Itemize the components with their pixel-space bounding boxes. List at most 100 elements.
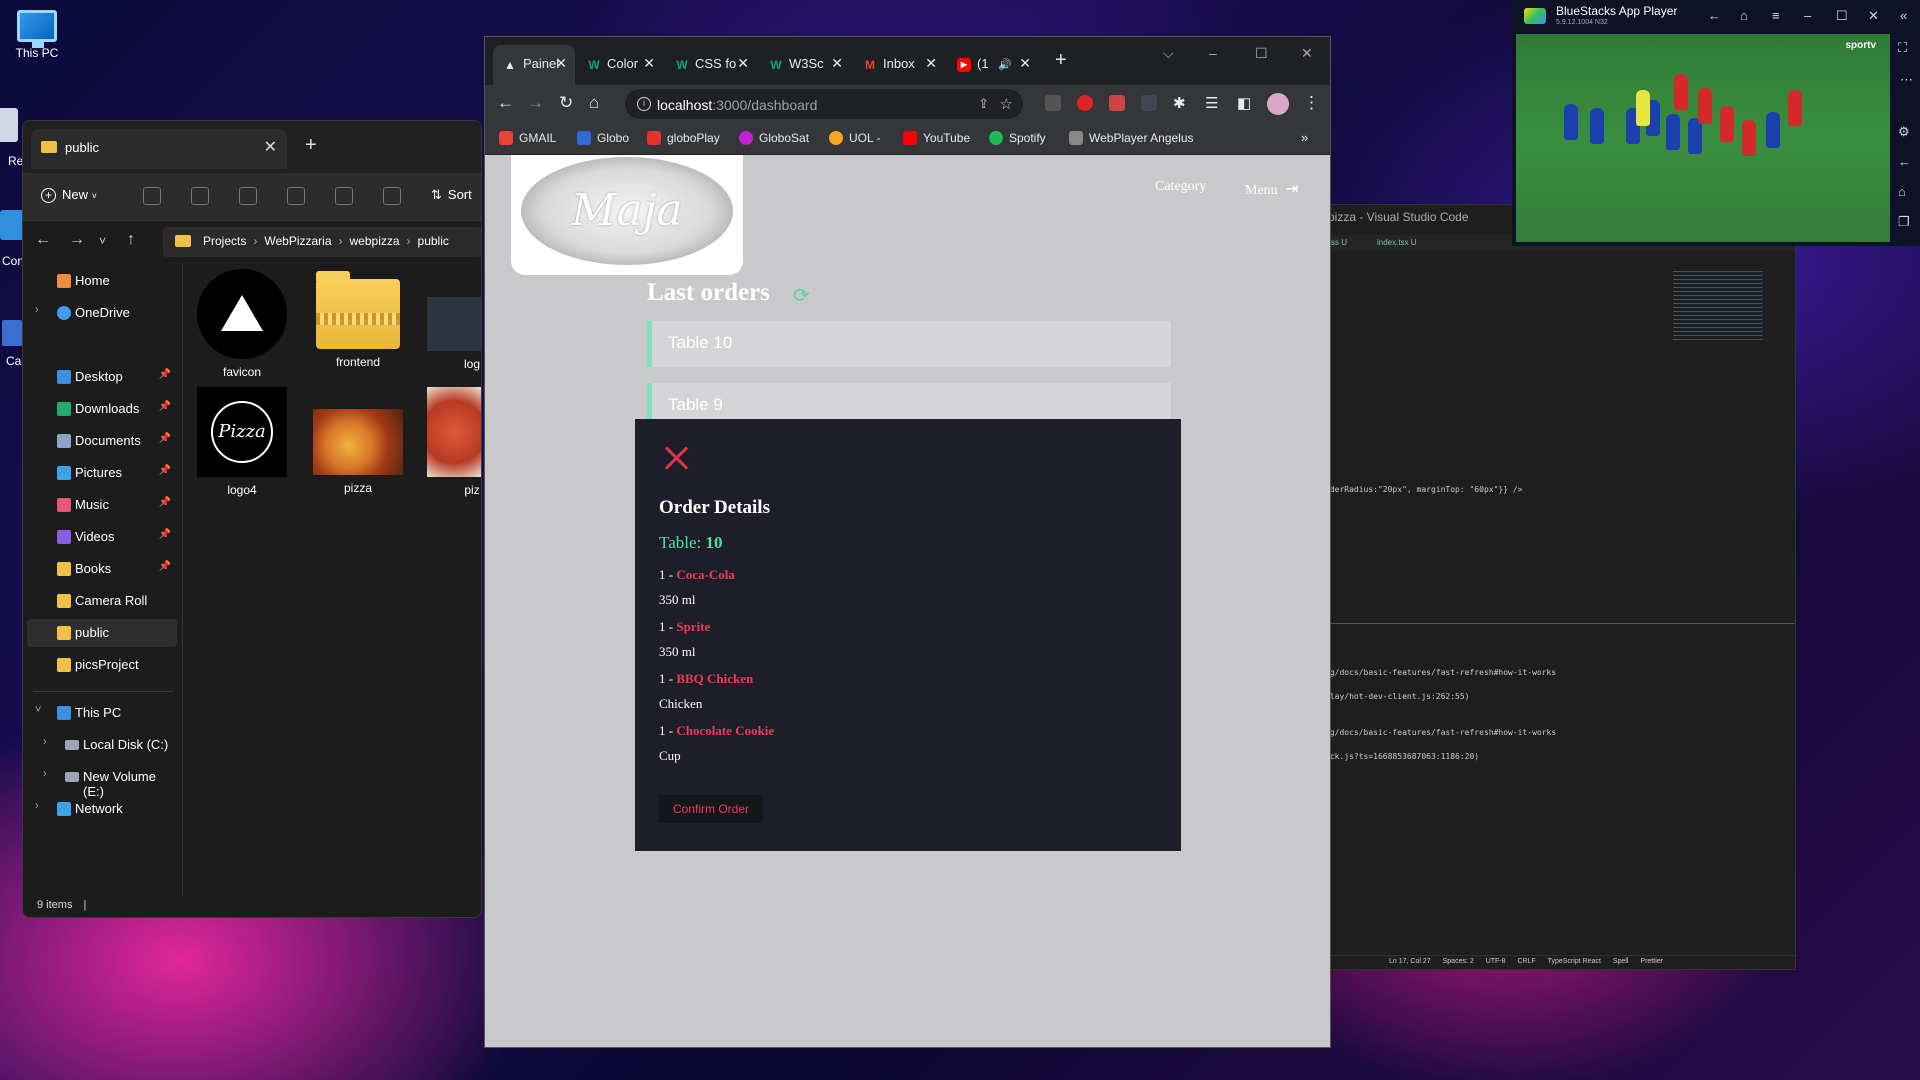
menu-icon[interactable]: ≡ xyxy=(1772,8,1780,23)
status-item[interactable]: Ln 17, Col 27 xyxy=(1389,958,1431,965)
sidebar-item-network[interactable]: › Network xyxy=(27,795,177,823)
sidebar-item-local-disk[interactable]: › Local Disk (C:) xyxy=(27,731,177,759)
order-row[interactable]: Table 10 xyxy=(647,321,1171,367)
sidebar-item-this-pc[interactable]: ˅ This PC xyxy=(27,699,177,727)
file-item-favicon[interactable]: favicon xyxy=(187,269,297,379)
close-icon[interactable]: ✕ xyxy=(737,55,749,72)
back-arrow-icon[interactable]: ← xyxy=(35,231,51,249)
file-item-log[interactable]: log xyxy=(417,269,481,371)
video-player[interactable]: sportv xyxy=(1516,34,1890,242)
home-icon[interactable]: ⌂ xyxy=(1740,8,1748,23)
bookmark-gmail[interactable]: GMAIL xyxy=(499,131,556,145)
vscode-window[interactable]: css U index.tsx U rderRadius:"20px", mar… xyxy=(1318,204,1796,970)
breadcrumb[interactable]: Projects › WebPizzaria › webpizza › public xyxy=(163,227,481,257)
rename-icon[interactable] xyxy=(287,187,305,205)
file-item-logo4[interactable]: Pizza logo4 xyxy=(187,387,297,497)
browser-tab[interactable]: W CSS fo ✕ xyxy=(665,45,757,85)
desktop-icon-this-pc[interactable]: This PC xyxy=(2,10,72,60)
sidebar-item-documents[interactable]: Documents 📌 xyxy=(27,427,177,455)
sidebar-item-onedrive[interactable]: › OneDrive xyxy=(27,299,177,327)
new-tab-button[interactable]: + xyxy=(305,134,317,157)
browser-tab[interactable]: ▶ (1 🔊 ✕ xyxy=(947,45,1039,85)
minimize-icon[interactable]: – xyxy=(1209,45,1217,61)
extension-icon[interactable] xyxy=(1077,95,1093,111)
forward-arrow-icon[interactable]: → xyxy=(69,231,85,249)
status-item[interactable]: TypeScript React xyxy=(1548,958,1601,965)
bookmark-webplayer[interactable]: WebPlayer Angelus xyxy=(1069,131,1194,145)
collapse-sidebar-icon[interactable]: « xyxy=(1900,8,1907,23)
breadcrumb-item[interactable]: webpizza xyxy=(350,234,400,248)
status-item[interactable]: Prettier xyxy=(1640,958,1663,965)
side-panel-icon[interactable]: ◧ xyxy=(1237,94,1251,112)
delete-icon[interactable] xyxy=(383,187,401,205)
bookmark-globosat[interactable]: GloboSat xyxy=(739,131,809,145)
status-item[interactable]: Spell xyxy=(1613,958,1629,965)
file-item-pizza[interactable]: pizza xyxy=(303,387,413,495)
breadcrumb-item[interactable]: WebPizzaria xyxy=(264,234,331,248)
file-explorer-window[interactable]: public ✕ + + New ˅ ⇅ Sort ← → ˅ ↑ Projects… xyxy=(22,120,482,918)
browser-tab[interactable]: W W3Sc ✕ xyxy=(759,45,851,85)
chevron-down-icon[interactable]: ˅ xyxy=(99,234,106,248)
info-icon[interactable]: i xyxy=(637,97,651,111)
back-arrow-icon[interactable]: ← xyxy=(1898,154,1911,169)
kebab-menu-icon[interactable]: ⋮ xyxy=(1303,93,1320,113)
chevron-right-icon[interactable]: › xyxy=(43,768,47,780)
tab-search-icon[interactable]: ⌵ xyxy=(1163,45,1174,62)
sidebar-item-picsproject[interactable]: picsProject xyxy=(27,651,177,679)
chevron-right-icon[interactable]: › xyxy=(35,304,39,316)
close-icon[interactable]: ✕ xyxy=(555,55,567,72)
close-icon[interactable]: ✕ xyxy=(831,55,843,72)
up-arrow-icon[interactable]: ↑ xyxy=(127,231,135,249)
sidebar-item-downloads[interactable]: Downloads 📌 xyxy=(27,395,177,423)
nav-category-link[interactable]: Category xyxy=(1155,179,1206,195)
reading-list-icon[interactable]: ☰ xyxy=(1205,94,1218,112)
chevron-right-icon[interactable]: › xyxy=(43,736,47,748)
back-arrow-icon[interactable]: ← xyxy=(1708,8,1721,23)
speaker-icon[interactable]: 🔊 xyxy=(998,59,1012,71)
file-item-frontend[interactable]: frontend xyxy=(303,269,413,369)
browser-tab[interactable]: ▲ Painel ✕ xyxy=(493,45,575,85)
sidebar-item-camera-roll[interactable]: Camera Roll xyxy=(27,587,177,615)
extension-icon[interactable] xyxy=(1109,95,1125,111)
status-item[interactable]: Spaces: 2 xyxy=(1443,958,1474,965)
bookmark-globo[interactable]: Globo xyxy=(577,131,629,145)
close-icon[interactable]: ✕ xyxy=(1301,45,1313,62)
home-icon[interactable]: ⌂ xyxy=(589,93,599,113)
sidebar-item-home[interactable]: Home xyxy=(27,267,177,295)
refresh-icon[interactable]: ⟳ xyxy=(793,283,810,307)
chrome-window[interactable]: ▲ Painel ✕ W Color ✕ W CSS fo ✕ W W3Sc ✕… xyxy=(484,36,1331,1048)
share-icon[interactable]: ⇪ xyxy=(978,96,989,112)
recent-apps-icon[interactable]: ❐ xyxy=(1898,214,1910,230)
maximize-icon[interactable]: ☐ xyxy=(1836,8,1848,24)
close-icon[interactable]: ✕ xyxy=(1019,55,1031,72)
close-icon[interactable]: ✕ xyxy=(643,55,655,72)
sidebar-item-public[interactable]: public xyxy=(27,619,177,647)
nav-menu-link[interactable]: Menu ⇥ xyxy=(1245,179,1299,199)
paste-icon[interactable] xyxy=(239,187,257,205)
copy-icon[interactable] xyxy=(191,187,209,205)
pin-icon[interactable]: 📌 xyxy=(159,529,171,540)
browser-tab[interactable]: W Color ✕ xyxy=(577,45,663,85)
more-icon[interactable]: ⋯ xyxy=(1900,72,1913,88)
close-icon[interactable]: ✕ xyxy=(1868,8,1879,24)
bookmark-youtube[interactable]: YouTube xyxy=(903,131,970,145)
avatar[interactable] xyxy=(1267,93,1289,115)
sidebar-item-music[interactable]: Music 📌 xyxy=(27,491,177,519)
extension-icon[interactable] xyxy=(1045,95,1061,111)
close-icon[interactable]: ✕ xyxy=(925,55,937,72)
explorer-tab[interactable]: public ✕ xyxy=(31,129,287,169)
puzzle-icon[interactable]: ✱ xyxy=(1173,94,1186,112)
breadcrumb-item[interactable]: Projects xyxy=(203,234,246,248)
new-button[interactable]: + New ˅ xyxy=(41,187,97,203)
fullscreen-icon[interactable]: ⛶ xyxy=(1898,40,1907,56)
pin-icon[interactable]: 📌 xyxy=(159,465,171,476)
minimize-icon[interactable]: – xyxy=(1804,8,1811,23)
bookmark-globoplay[interactable]: globoPlay xyxy=(647,131,720,145)
vscode-tab-active[interactable]: index.tsx U xyxy=(1377,238,1417,247)
pin-icon[interactable]: 📌 xyxy=(159,433,171,444)
share-icon[interactable] xyxy=(335,187,353,205)
status-item[interactable]: UTF-8 xyxy=(1486,958,1506,965)
sidebar-item-videos[interactable]: Videos 📌 xyxy=(27,523,177,551)
close-icon[interactable]: ✕ xyxy=(264,137,277,157)
sidebar-item-pictures[interactable]: Pictures 📌 xyxy=(27,459,177,487)
